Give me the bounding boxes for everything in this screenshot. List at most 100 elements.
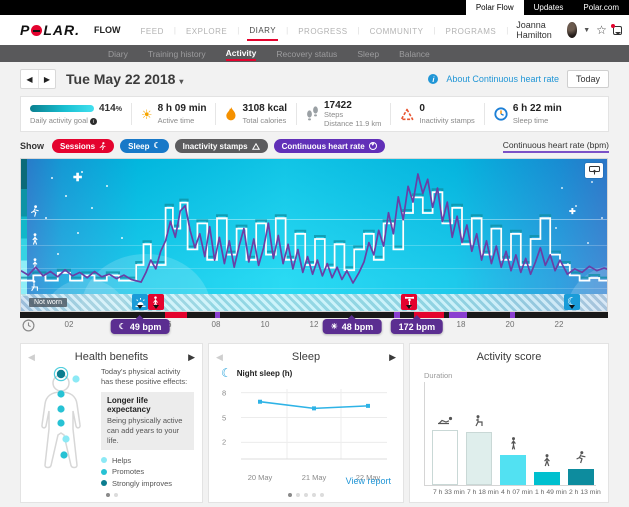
nav-explore[interactable]: EXPLORE: [184, 21, 229, 40]
clock-icon[interactable]: [22, 319, 35, 332]
benefit-dot: [72, 375, 79, 382]
divider: |: [286, 26, 288, 35]
benefit-dot: [57, 405, 64, 412]
benefit-highlight-box[interactable]: Longer life expectancy Being physically …: [101, 392, 194, 449]
benefit-dot: [57, 419, 64, 426]
strength-session-icon[interactable]: [401, 294, 417, 310]
user-name[interactable]: Joanna Hamilton: [516, 20, 560, 40]
pagination-dot[interactable]: [114, 493, 118, 497]
calories-label: Total calories: [242, 116, 287, 125]
nav-feed[interactable]: FEED: [139, 21, 166, 40]
pagination-dot[interactable]: [106, 493, 110, 497]
pagination-dot[interactable]: [320, 493, 324, 497]
polar-logo[interactable]: PLAR.: [20, 22, 80, 38]
pill-sleep[interactable]: Sleep☾: [120, 139, 169, 153]
body-figure: [31, 367, 93, 490]
wake-sunrise-icon[interactable]: [132, 294, 148, 310]
nav-progress[interactable]: PROGRESS: [296, 21, 349, 40]
export-chart-icon[interactable]: [585, 163, 603, 178]
today-button[interactable]: Today: [567, 70, 609, 88]
activity-duration-bar-chart: [424, 382, 596, 486]
avatar[interactable]: [567, 22, 578, 38]
legend-helps: Helps: [101, 456, 194, 465]
sun-icon: ☀: [331, 322, 338, 331]
info-icon[interactable]: i: [90, 118, 97, 125]
heart-rate-line-chart: [21, 159, 608, 296]
pagination-dot[interactable]: [296, 493, 300, 497]
night-sleep-chart: 85220 May21 May22 May: [235, 383, 393, 469]
notifications-icon[interactable]: [613, 26, 622, 35]
legend-dot: [101, 469, 107, 475]
subnav-sleep[interactable]: Sleep: [357, 47, 379, 60]
time-tick-label: 18: [457, 320, 466, 329]
nav-diary[interactable]: DIARY: [247, 20, 278, 41]
pill-continuous-heart-rate[interactable]: Continuous heart rate♥: [274, 139, 385, 153]
legend-promotes: Promotes: [101, 467, 194, 476]
filter-row: Show Sessions Sleep☾ Inactivity stamps C…: [20, 139, 609, 153]
card-title: Sleep: [209, 344, 403, 363]
nav-community[interactable]: COMMUNITY: [368, 21, 426, 40]
card-prev-icon[interactable]: ◀: [28, 352, 35, 363]
marker-pointer: [406, 305, 412, 312]
sleep-moon-icon[interactable]: ☾: [564, 294, 580, 310]
tab-updates[interactable]: Updates: [524, 0, 574, 15]
divider: |: [433, 26, 435, 35]
not-worn-band: [21, 294, 607, 311]
distance-label: Distance 11.9 km: [324, 120, 381, 129]
not-worn-label: Not worn: [29, 298, 67, 307]
goal-label: Daily activity goal: [30, 116, 88, 125]
prev-day-button[interactable]: ◀: [21, 70, 38, 88]
tab-polar-com[interactable]: Polar.com: [573, 0, 629, 15]
sleep-value: 6 h 22 min: [513, 103, 562, 116]
view-report-link[interactable]: View report: [346, 476, 391, 486]
goal-value: 414: [99, 103, 116, 114]
benefit-dot: [57, 390, 64, 397]
goal-unit: %: [116, 106, 122, 113]
subnav-activity[interactable]: Activity: [226, 46, 257, 61]
stat-activity-goal: 414% Daily activity goali: [21, 103, 131, 126]
warning-triangle-icon: [400, 108, 414, 121]
chevron-down-icon[interactable]: ▼: [583, 27, 590, 34]
pill-sessions[interactable]: Sessions: [52, 139, 114, 153]
card-prev-icon[interactable]: ◀: [216, 352, 223, 363]
date-title[interactable]: Tue May 22 2018 ▾: [66, 71, 183, 87]
marker-pointer: [153, 305, 159, 312]
pagination-dot[interactable]: [304, 493, 308, 497]
logo-o-icon: [31, 25, 42, 36]
divider: |: [506, 26, 508, 35]
logo-text-rest: LAR.: [43, 22, 80, 38]
subnav-training-history[interactable]: Training history: [148, 47, 206, 60]
summary-cards-row: ◀ Health benefits ▶: [20, 343, 609, 503]
marker-pointer: [569, 305, 575, 312]
tab-polar-flow[interactable]: Polar Flow: [466, 0, 524, 15]
next-day-button[interactable]: ▶: [38, 70, 55, 88]
walk-session-icon[interactable]: [148, 294, 164, 310]
duration-axis-label: Duration: [410, 363, 608, 380]
moon-icon: ☾: [153, 142, 160, 150]
walking-icon: [542, 454, 552, 472]
score-bar-resting: [432, 412, 458, 485]
benefit-dot: [57, 370, 65, 378]
site-switch-bar: Polar Flow Updates Polar.com: [0, 0, 629, 15]
duration-bar-label: 1 h 49 min: [535, 489, 561, 496]
chart-plot-area[interactable]: ✚ ✚ Not worn: [20, 158, 608, 312]
subnav-recovery-status[interactable]: Recovery status: [276, 47, 337, 60]
subnav-diary[interactable]: Diary: [108, 47, 128, 60]
pill-inactivity-stamps[interactable]: Inactivity stamps: [175, 139, 268, 153]
activity-goal-progressbar: [30, 105, 94, 112]
pagination-dot[interactable]: [288, 493, 292, 497]
benefit-title: Longer life expectancy: [107, 396, 188, 414]
date-bar-right: i About Continuous heart rate Today: [428, 70, 609, 88]
divider: |: [358, 26, 360, 35]
subnav-balance[interactable]: Balance: [399, 47, 430, 60]
about-chr-link[interactable]: About Continuous heart rate: [446, 74, 559, 84]
sleep-y-tick: 8: [222, 388, 226, 397]
card-next-icon[interactable]: ▶: [389, 352, 396, 363]
card-next-icon[interactable]: ▶: [188, 352, 195, 363]
bar-labels-row: 7 h 33 min7 h 18 min4 h 07 min1 h 49 min…: [433, 489, 596, 496]
pagination-dot[interactable]: [312, 493, 316, 497]
nav-programs[interactable]: PROGRAMS: [444, 21, 499, 40]
legend-label: Helps: [112, 456, 131, 465]
legend-dot: [101, 457, 107, 463]
favorites-star-icon[interactable]: ☆: [596, 24, 607, 36]
